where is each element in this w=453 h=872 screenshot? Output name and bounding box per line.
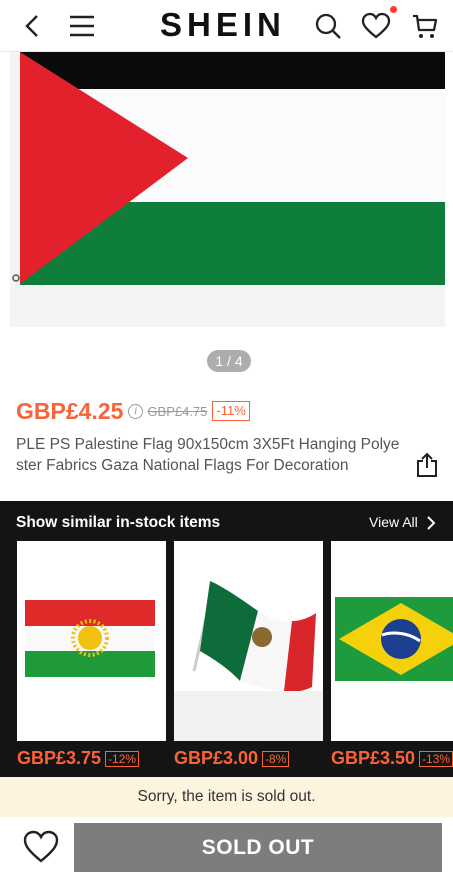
similar-item-card[interactable]	[174, 541, 323, 741]
kurdistan-flag-image	[17, 541, 166, 741]
back-icon[interactable]	[15, 8, 51, 44]
similar-items-section: Show similar in-stock items View All GBP…	[0, 501, 453, 777]
sale-price: GBP£4.25	[16, 397, 124, 424]
info-icon[interactable]: i	[128, 403, 144, 419]
similar-item-discount: -8%	[262, 750, 290, 767]
wishlist-badge-dot	[390, 6, 397, 13]
similar-item-price: GBP£3.75	[17, 748, 102, 768]
product-title: PLE PS Palestine Flag 90x150cm 3X5Ft Han…	[16, 436, 400, 474]
similar-section-title: Show similar in-stock items	[16, 514, 221, 531]
view-all-link[interactable]: View All	[369, 514, 418, 530]
add-to-wishlist-button[interactable]	[22, 829, 60, 865]
similar-item-price: GBP£3.00	[174, 748, 259, 768]
discount-badge: -11%	[212, 401, 250, 421]
share-icon[interactable]	[414, 452, 440, 478]
wishlist-icon[interactable]	[358, 8, 394, 44]
top-header: SHEIN	[0, 0, 453, 52]
similar-item-price: GBP£3.50	[331, 748, 416, 768]
similar-item-discount: -13%	[419, 750, 453, 767]
mexico-flag-image	[174, 541, 323, 741]
similar-item-price-row: GBP£3.75 -12%	[17, 748, 140, 769]
brazil-flag-image	[331, 541, 453, 741]
similar-item-card[interactable]	[331, 541, 453, 741]
bottom-action-bar: SOLD OUT	[0, 817, 453, 872]
shein-logo[interactable]: SHEIN	[160, 6, 286, 44]
product-image[interactable]	[10, 52, 445, 327]
image-pager: 1 / 4	[207, 350, 251, 372]
original-price: GBP£4.75	[147, 403, 208, 419]
similar-item-price-row: GBP£3.00 -8%	[174, 748, 290, 769]
menu-icon[interactable]	[64, 8, 100, 44]
similar-item-discount: -12%	[105, 750, 140, 767]
search-icon[interactable]	[310, 8, 346, 44]
sold-out-button[interactable]: SOLD OUT	[74, 823, 442, 872]
product-image-gallery[interactable]: 1 / 4	[0, 52, 453, 387]
sold-out-notice: Sorry, the item is sold out.	[0, 777, 453, 817]
price-row: GBP£4.25 i GBP£4.75 -11%	[16, 396, 250, 426]
similar-item-price-row: GBP£3.50 -13%	[331, 748, 453, 769]
chevron-right-icon[interactable]	[425, 515, 437, 531]
cart-icon[interactable]	[407, 8, 443, 44]
similar-item-card[interactable]	[17, 541, 166, 741]
